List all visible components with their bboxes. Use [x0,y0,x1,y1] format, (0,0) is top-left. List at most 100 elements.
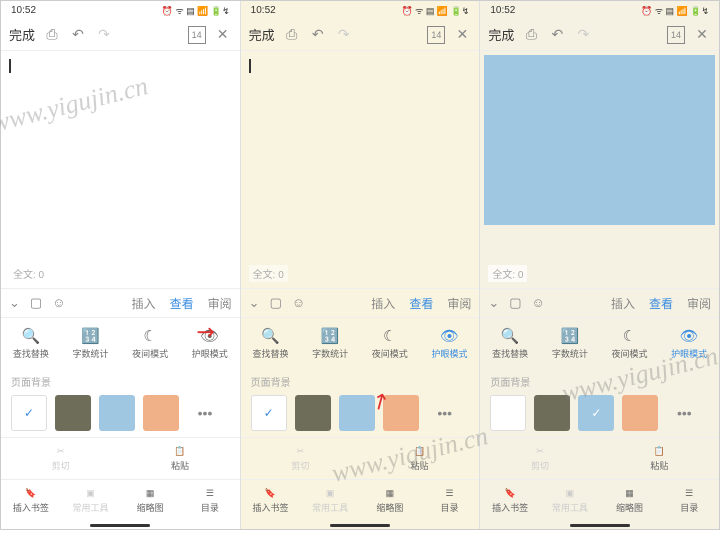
chevron-down-icon[interactable]: ⌄ [9,295,20,311]
face-icon[interactable]: ☺ [292,295,305,311]
tab-insert[interactable]: 插入 [371,295,395,312]
save-icon[interactable]: ⎙ [283,26,301,44]
status-bar: 10:52 ⏰ ᯤ ▤ 📶 🔋↯ [1,1,240,19]
bottom-row: 🔖插入书签 ▣常用工具 ▦缩略图 ☰目录 [241,479,480,521]
presentation-icon[interactable]: ▢ [30,295,42,311]
swatch-more[interactable]: ••• [187,395,223,431]
word-count-badge: 全文: 0 [488,265,527,282]
save-icon[interactable]: ⎙ [522,26,540,44]
close-icon[interactable]: ✕ [693,26,711,44]
status-bar: 10:52 ⏰ ᯤ ▤ 📶 🔋↯ [241,1,480,19]
swatch-white[interactable] [490,395,526,431]
swatch-white[interactable] [11,395,47,431]
editor-toolbar: 完成 ⎙ ↶ ↷ 14 ✕ [1,19,240,51]
background-swatches: ••• [490,395,709,431]
page-badge[interactable]: 14 [667,26,685,44]
redo-icon[interactable]: ↷ [574,26,592,44]
tab-view[interactable]: 查看 [170,295,194,312]
face-icon[interactable]: ☺ [532,295,545,311]
paste-button[interactable]: 📋粘贴 [120,438,239,479]
close-icon[interactable]: ✕ [453,26,471,44]
clipboard-icon: 📋 [654,446,665,457]
toc-button[interactable]: ☰目录 [659,480,719,521]
close-icon[interactable]: ✕ [214,26,232,44]
word-count-badge: 全文: 0 [249,265,288,282]
swatch-gray[interactable] [295,395,331,431]
save-icon[interactable]: ⎙ [43,26,61,44]
tab-review[interactable]: 审阅 [687,295,711,312]
word-count-button[interactable]: 🔢字数统计 [312,327,348,360]
undo-icon[interactable]: ↶ [69,26,87,44]
editor-area[interactable]: 全文: 0 [480,51,719,288]
eye-mode-button[interactable]: 👁护眼模式 [671,327,707,360]
document-canvas[interactable] [5,55,236,225]
night-mode-button[interactable]: ☾夜间模式 [372,327,408,360]
word-count-button[interactable]: 🔢字数统计 [552,327,588,360]
list-icon: ☰ [685,488,693,499]
phone-screen-3: 10:52 ⏰ ᯤ ▤ 📶 🔋↯ 完成 ⎙ ↶ ↷ 14 ✕ 全文: 0 ⌄ ▢… [480,1,719,529]
editor-area[interactable]: 全文: 0 [241,51,480,288]
swatch-orange[interactable] [143,395,179,431]
face-icon[interactable]: ☺ [52,295,65,311]
eye-mode-button[interactable]: 👁护眼模式 [431,327,467,360]
word-count-button[interactable]: 🔢字数统计 [72,327,108,360]
swatch-orange[interactable] [622,395,658,431]
document-canvas[interactable] [484,55,715,225]
document-canvas[interactable] [245,55,476,225]
swatch-blue[interactable] [339,395,375,431]
done-button[interactable]: 完成 [9,25,35,44]
scissors-icon: ✂ [297,446,305,457]
swatch-gray[interactable] [55,395,91,431]
toc-button[interactable]: ☰目录 [180,480,240,521]
bookmark-button[interactable]: 🔖插入书签 [480,480,540,521]
tab-review[interactable]: 审阅 [447,295,471,312]
find-replace-button[interactable]: 🔍查找替换 [13,327,49,360]
phone-screen-2: 10:52 ⏰ ᯤ ▤ 📶 🔋↯ 完成 ⎙ ↶ ↷ 14 ✕ 全文: 0 ⌄ ▢… [241,1,481,529]
redo-icon[interactable]: ↷ [95,26,113,44]
thumbnail-button[interactable]: ▦缩略图 [600,480,660,521]
toc-button[interactable]: ☰目录 [420,480,480,521]
clipboard-icon: 📋 [414,446,425,457]
night-mode-button[interactable]: ☾夜间模式 [132,327,168,360]
status-time: 10:52 [11,5,36,16]
paste-button[interactable]: 📋粘贴 [600,438,719,479]
swatch-gray[interactable] [534,395,570,431]
bookmark-button[interactable]: 🔖插入书签 [241,480,301,521]
find-replace-button[interactable]: 🔍查找替换 [492,327,528,360]
swatch-blue[interactable] [99,395,135,431]
undo-icon[interactable]: ↶ [548,26,566,44]
tab-insert[interactable]: 插入 [132,295,156,312]
redo-icon[interactable]: ↷ [335,26,353,44]
thumbnail-button[interactable]: ▦缩略图 [120,480,180,521]
page-badge[interactable]: 14 [188,26,206,44]
swatch-more[interactable]: ••• [427,395,463,431]
editor-area[interactable]: 全文: 0 [1,51,240,288]
night-mode-button[interactable]: ☾夜间模式 [611,327,647,360]
tab-view[interactable]: 查看 [649,295,673,312]
eye-icon: 👁 [440,327,459,345]
done-button[interactable]: 完成 [488,25,514,44]
tab-insert[interactable]: 插入 [611,295,635,312]
swatch-more[interactable]: ••• [666,395,702,431]
undo-icon[interactable]: ↶ [309,26,327,44]
status-icons: ⏰ ᯤ ▤ 📶 🔋↯ [401,4,469,17]
tab-row: ⌄ ▢ ☺ 插入 查看 审阅 [480,288,719,318]
counter-icon: 🔢 [81,327,100,345]
swatch-blue[interactable] [578,395,614,431]
eye-mode-button[interactable]: 👁护眼模式 [192,327,228,360]
find-replace-button[interactable]: 🔍查找替换 [252,327,288,360]
thumbnail-button[interactable]: ▦缩略图 [360,480,420,521]
chevron-down-icon[interactable]: ⌄ [488,295,499,311]
page-badge[interactable]: 14 [427,26,445,44]
presentation-icon[interactable]: ▢ [270,295,282,311]
chevron-down-icon[interactable]: ⌄ [249,295,260,311]
done-button[interactable]: 完成 [249,25,275,44]
swatch-white[interactable] [251,395,287,431]
bookmark-button[interactable]: 🔖插入书签 [1,480,61,521]
paste-button[interactable]: 📋粘贴 [360,438,479,479]
grid-icon: ▦ [625,488,634,499]
presentation-icon[interactable]: ▢ [509,295,521,311]
swatch-orange[interactable] [383,395,419,431]
tab-review[interactable]: 审阅 [208,295,232,312]
tab-view[interactable]: 查看 [409,295,433,312]
